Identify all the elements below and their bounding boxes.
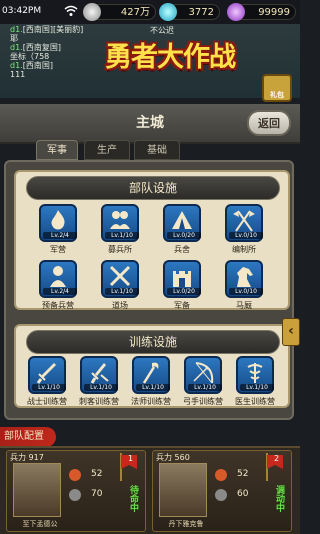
- section-title: 训练设施: [26, 330, 280, 354]
- building-warrior-camp[interactable]: Lv.1/10 战士训练营: [24, 356, 70, 407]
- gem-counter[interactable]: 3772: [159, 3, 220, 21]
- gift-pack-button[interactable]: 礼包: [262, 74, 292, 102]
- building-reserve-barracks[interactable]: Lv.2/4 预备兵营: [38, 260, 78, 311]
- back-button[interactable]: 返回: [247, 110, 291, 136]
- silver-coin-icon: [83, 3, 101, 21]
- tab-military[interactable]: 军事: [36, 140, 78, 160]
- building-dojo[interactable]: Lv.1/10 道场: [100, 260, 140, 311]
- tent-icon: Lv.0/20: [163, 204, 201, 242]
- tab-basic[interactable]: 基础: [134, 140, 180, 160]
- game-logo: 勇者大作战: [105, 42, 236, 73]
- clock: 03:42PM: [2, 6, 42, 16]
- buildings-panel: 部队设施 Lv.2/4 军营 Lv.1/10 募兵所 Lv.0/20 兵舍 Lv…: [4, 160, 294, 420]
- troop-card[interactable]: 兵力 560 丹下雅克鲁 52 60 2 调动中: [152, 450, 292, 532]
- defense-icon: [69, 489, 81, 501]
- tab-production[interactable]: 生产: [84, 140, 130, 160]
- status-bar: 03:42PM 427万 3772 99999: [0, 0, 300, 24]
- soldier-icon: Lv.2/4: [39, 260, 77, 298]
- people-icon: Lv.1/10: [101, 204, 139, 242]
- energy-orb-icon: [227, 3, 245, 21]
- training-facilities-section: 训练设施 Lv.1/10 战士训练营 Lv.1/10 刺客训练营 Lv.1/10…: [14, 324, 290, 408]
- hero-portrait: [13, 463, 61, 517]
- bow-icon: Lv.1/10: [184, 356, 222, 394]
- defense-icon: [215, 489, 227, 501]
- troop-card[interactable]: 兵力 917 至下孟德公 52 70 1 待命中: [6, 450, 146, 532]
- building-stable[interactable]: Lv.0/10 马厩: [224, 260, 264, 311]
- castle-icon: Lv.0/20: [163, 260, 201, 298]
- medic-icon: Lv.1/10: [236, 356, 274, 394]
- crossed-swords-icon: Lv.1/10: [101, 260, 139, 298]
- dagger-icon: Lv.1/10: [80, 356, 118, 394]
- building-archer-camp[interactable]: Lv.1/10 弓手训练营: [180, 356, 226, 407]
- building-recruit-office[interactable]: Lv.1/10 募兵所: [100, 204, 140, 255]
- chevron-left-icon: ‹: [288, 323, 294, 339]
- energy-counter[interactable]: 99999: [227, 3, 296, 21]
- attack-icon: [215, 469, 227, 481]
- building-dormitory[interactable]: Lv.0/20 兵舍: [162, 204, 202, 255]
- silver-counter[interactable]: 427万: [83, 3, 156, 21]
- wifi-icon: [64, 5, 78, 16]
- staff-icon: Lv.1/10: [132, 356, 170, 394]
- hero-portrait: [159, 463, 207, 517]
- fire-icon: Lv.2/4: [39, 204, 77, 242]
- building-armory[interactable]: Lv.0/20 军备: [162, 260, 202, 311]
- building-mage-camp[interactable]: Lv.1/10 法师训练营: [128, 356, 174, 407]
- building-medic-camp[interactable]: Lv.1/10 医生训练营: [232, 356, 278, 407]
- troop-facilities-section: 部队设施 Lv.2/4 军营 Lv.1/10 募兵所 Lv.0/20 兵舍 Lv…: [14, 170, 290, 310]
- gem-icon: [159, 3, 177, 21]
- building-organization-office[interactable]: Lv.0/10 编制所: [224, 204, 264, 255]
- building-assassin-camp[interactable]: Lv.1/10 刺客训练营: [76, 356, 122, 407]
- sword-icon: Lv.1/10: [28, 356, 66, 394]
- section-title: 部队设施: [26, 176, 280, 200]
- troop-config-banner: 部队配置: [0, 427, 56, 447]
- attack-icon: [69, 469, 81, 481]
- expand-side-panel-button[interactable]: ‹: [282, 318, 300, 346]
- crossed-flags-icon: Lv.0/10: [225, 204, 263, 242]
- building-barracks[interactable]: Lv.2/4 军营: [38, 204, 78, 255]
- horse-icon: Lv.0/10: [225, 260, 263, 298]
